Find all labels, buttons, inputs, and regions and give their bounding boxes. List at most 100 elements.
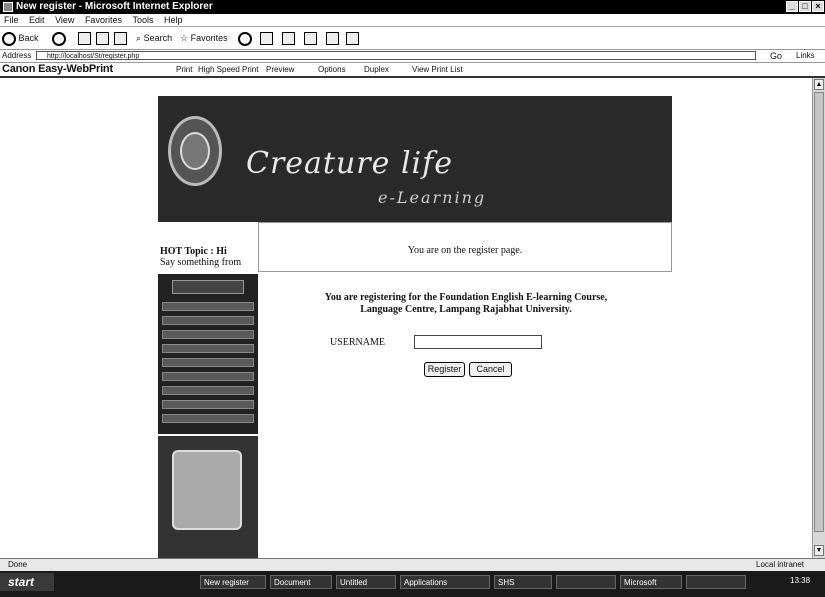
system-clock: 13:38 <box>790 576 811 585</box>
taskbar-item[interactable] <box>686 575 746 589</box>
banner-title: Creature life <box>246 146 453 181</box>
taskbar-item[interactable] <box>556 575 616 589</box>
nav-header-graphic <box>172 280 244 294</box>
clock-icon <box>172 450 242 530</box>
canon-options[interactable]: Options <box>318 63 346 76</box>
canon-duplex[interactable]: Duplex <box>364 63 389 76</box>
back-arrow-icon <box>2 31 16 46</box>
messenger-icon <box>346 32 359 46</box>
search-button[interactable]: ⌕ Search <box>136 30 172 46</box>
menu-tools[interactable]: Tools <box>132 15 153 25</box>
hot-topic-text: Say something from <box>160 257 242 268</box>
taskbar-item[interactable]: Untitled <box>336 575 396 589</box>
taskbar-item[interactable]: SHS <box>494 575 552 589</box>
standard-toolbar: Back ⌕ Search ☆ Favorites <box>0 27 825 50</box>
print-button[interactable] <box>282 30 295 46</box>
messenger-button[interactable] <box>346 30 359 46</box>
scroll-down-icon[interactable]: ▼ <box>814 545 824 556</box>
nav-item[interactable] <box>162 302 254 311</box>
menu-favorites[interactable]: Favorites <box>85 15 122 25</box>
taskbar-item[interactable]: New register <box>200 575 266 589</box>
nav-item[interactable] <box>162 330 254 339</box>
menu-file[interactable]: File <box>4 15 19 25</box>
username-label: USERNAME <box>330 337 386 348</box>
discuss-icon <box>326 32 339 46</box>
clock-decoration <box>158 436 258 558</box>
history-button[interactable] <box>238 30 252 46</box>
scroll-up-icon[interactable]: ▲ <box>814 79 824 90</box>
edit-button[interactable] <box>304 30 317 46</box>
nav-item[interactable] <box>162 316 254 325</box>
taskbar-item[interactable]: Document <box>270 575 332 589</box>
canon-high-speed-print[interactable]: High Speed Print <box>198 63 258 76</box>
stop-icon <box>78 32 91 46</box>
status-done: Done <box>8 560 28 569</box>
address-label: Address <box>2 51 32 60</box>
discuss-button[interactable] <box>326 30 339 46</box>
left-navigation <box>158 274 258 434</box>
security-zone: Local intranet <box>756 560 805 569</box>
mail-icon <box>260 32 273 46</box>
home-icon <box>114 32 127 46</box>
nav-item[interactable] <box>162 414 254 423</box>
intro-line-2: Language Centre, Lampang Rajabhat Univer… <box>360 304 572 315</box>
scroll-thumb[interactable] <box>814 92 824 532</box>
intro-line-1: You are registering for the Foundation E… <box>324 292 608 303</box>
printer-icon <box>282 32 295 46</box>
stop-button[interactable] <box>78 30 91 46</box>
address-bar: Address http://localhost/St/register.php… <box>0 50 825 63</box>
back-button[interactable]: Back <box>2 30 39 46</box>
window-title: New register - Microsoft Internet Explor… <box>16 1 213 12</box>
canon-brand: Canon Easy-WebPrint <box>2 63 113 75</box>
ie-icon <box>3 2 13 12</box>
start-button[interactable]: start <box>0 573 54 591</box>
register-button[interactable]: Register <box>424 362 465 377</box>
history-icon <box>238 31 252 46</box>
maximize-button[interactable]: □ <box>799 1 811 12</box>
nav-item[interactable] <box>162 400 254 409</box>
canon-view-print-list[interactable]: View Print List <box>412 63 463 76</box>
forward-arrow-icon <box>52 31 66 46</box>
nav-item[interactable] <box>162 372 254 381</box>
taskbar-item[interactable]: Microsoft <box>620 575 682 589</box>
home-button[interactable] <box>114 30 127 46</box>
nav-item[interactable] <box>162 386 254 395</box>
menu-edit[interactable]: Edit <box>29 15 45 25</box>
nav-item[interactable] <box>162 344 254 353</box>
links-label[interactable]: Links <box>796 50 815 62</box>
taskbar-item[interactable]: Applications <box>400 575 490 589</box>
address-input[interactable]: http://localhost/St/register.php <box>36 51 756 60</box>
canon-print[interactable]: Print <box>176 63 192 76</box>
status-bar: Done Local intranet <box>0 558 825 571</box>
forward-button[interactable] <box>52 30 66 46</box>
message-box: You are on the register page. <box>258 222 672 272</box>
page-message: You are on the register page. <box>407 245 523 256</box>
menu-help[interactable]: Help <box>164 15 183 25</box>
hot-topic-title: HOT Topic : Hi <box>160 246 227 257</box>
seal-inner-emblem <box>180 132 210 170</box>
refresh-icon <box>96 32 109 46</box>
go-button[interactable]: Go <box>770 50 782 62</box>
banner-subtitle: e-Learning <box>378 188 487 207</box>
window-title-bar: New register - Microsoft Internet Explor… <box>0 0 825 14</box>
favorites-button[interactable]: ☆ Favorites <box>180 30 228 46</box>
canon-preview[interactable]: Preview <box>266 63 294 76</box>
mail-button[interactable] <box>260 30 273 46</box>
canon-toolbar: Canon Easy-WebPrint Print High Speed Pri… <box>0 63 825 78</box>
star-icon: ☆ <box>180 33 189 43</box>
vertical-scrollbar[interactable]: ▲ ▼ <box>812 78 825 558</box>
search-icon: ⌕ <box>136 33 142 43</box>
username-input[interactable] <box>414 335 542 349</box>
nav-item[interactable] <box>162 358 254 367</box>
menu-bar: File Edit View Favorites Tools Help <box>0 14 825 27</box>
edit-icon <box>304 32 317 46</box>
close-button[interactable]: × <box>812 1 824 12</box>
hot-topic-panel: HOT Topic : Hi Say something from <box>158 222 259 272</box>
minimize-button[interactable]: _ <box>786 1 798 12</box>
menu-view[interactable]: View <box>55 15 74 25</box>
site-banner: Creature life e-Learning <box>158 96 672 222</box>
refresh-button[interactable] <box>96 30 109 46</box>
windows-taskbar: start New register Document Untitled App… <box>0 571 825 597</box>
cancel-button[interactable]: Cancel <box>469 362 512 377</box>
registration-intro: You are registering for the Foundation E… <box>260 292 672 316</box>
